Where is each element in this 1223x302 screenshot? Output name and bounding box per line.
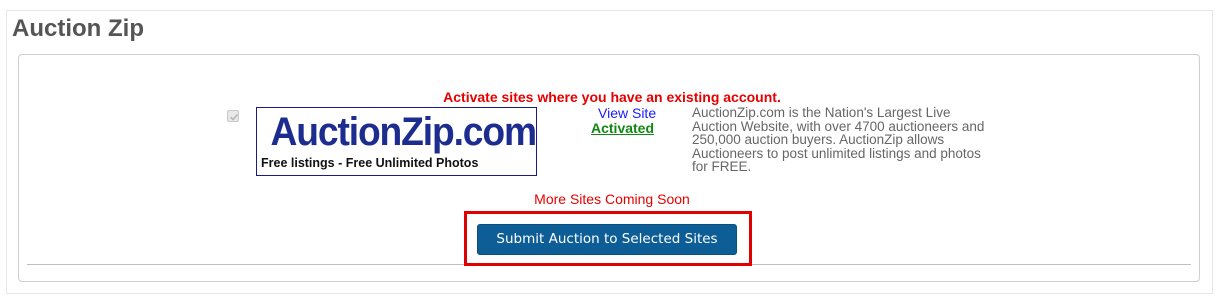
submit-auction-button[interactable]: Submit Auction to Selected Sites <box>477 224 737 255</box>
activated-status: Activated <box>591 120 655 136</box>
auctionzip-site-checkbox[interactable] <box>227 110 239 122</box>
logo-wordmark: AuctionZip.com <box>270 110 536 154</box>
logo-tagline: Free listings - Free Unlimited Photos <box>261 156 479 170</box>
section-title: Auction Zip <box>12 15 144 42</box>
site-description: AuctionZip.com is the Nation's Largest L… <box>692 105 985 174</box>
activate-sites-notice: Activate sites where you have an existin… <box>443 89 781 105</box>
more-sites-coming-soon: More Sites Coming Soon <box>534 191 690 207</box>
auctionzip-logo: AuctionZip.com Free listings - Free Unli… <box>256 107 537 176</box>
checkmark-icon <box>229 113 239 121</box>
view-site-link[interactable]: View Site <box>598 106 656 121</box>
